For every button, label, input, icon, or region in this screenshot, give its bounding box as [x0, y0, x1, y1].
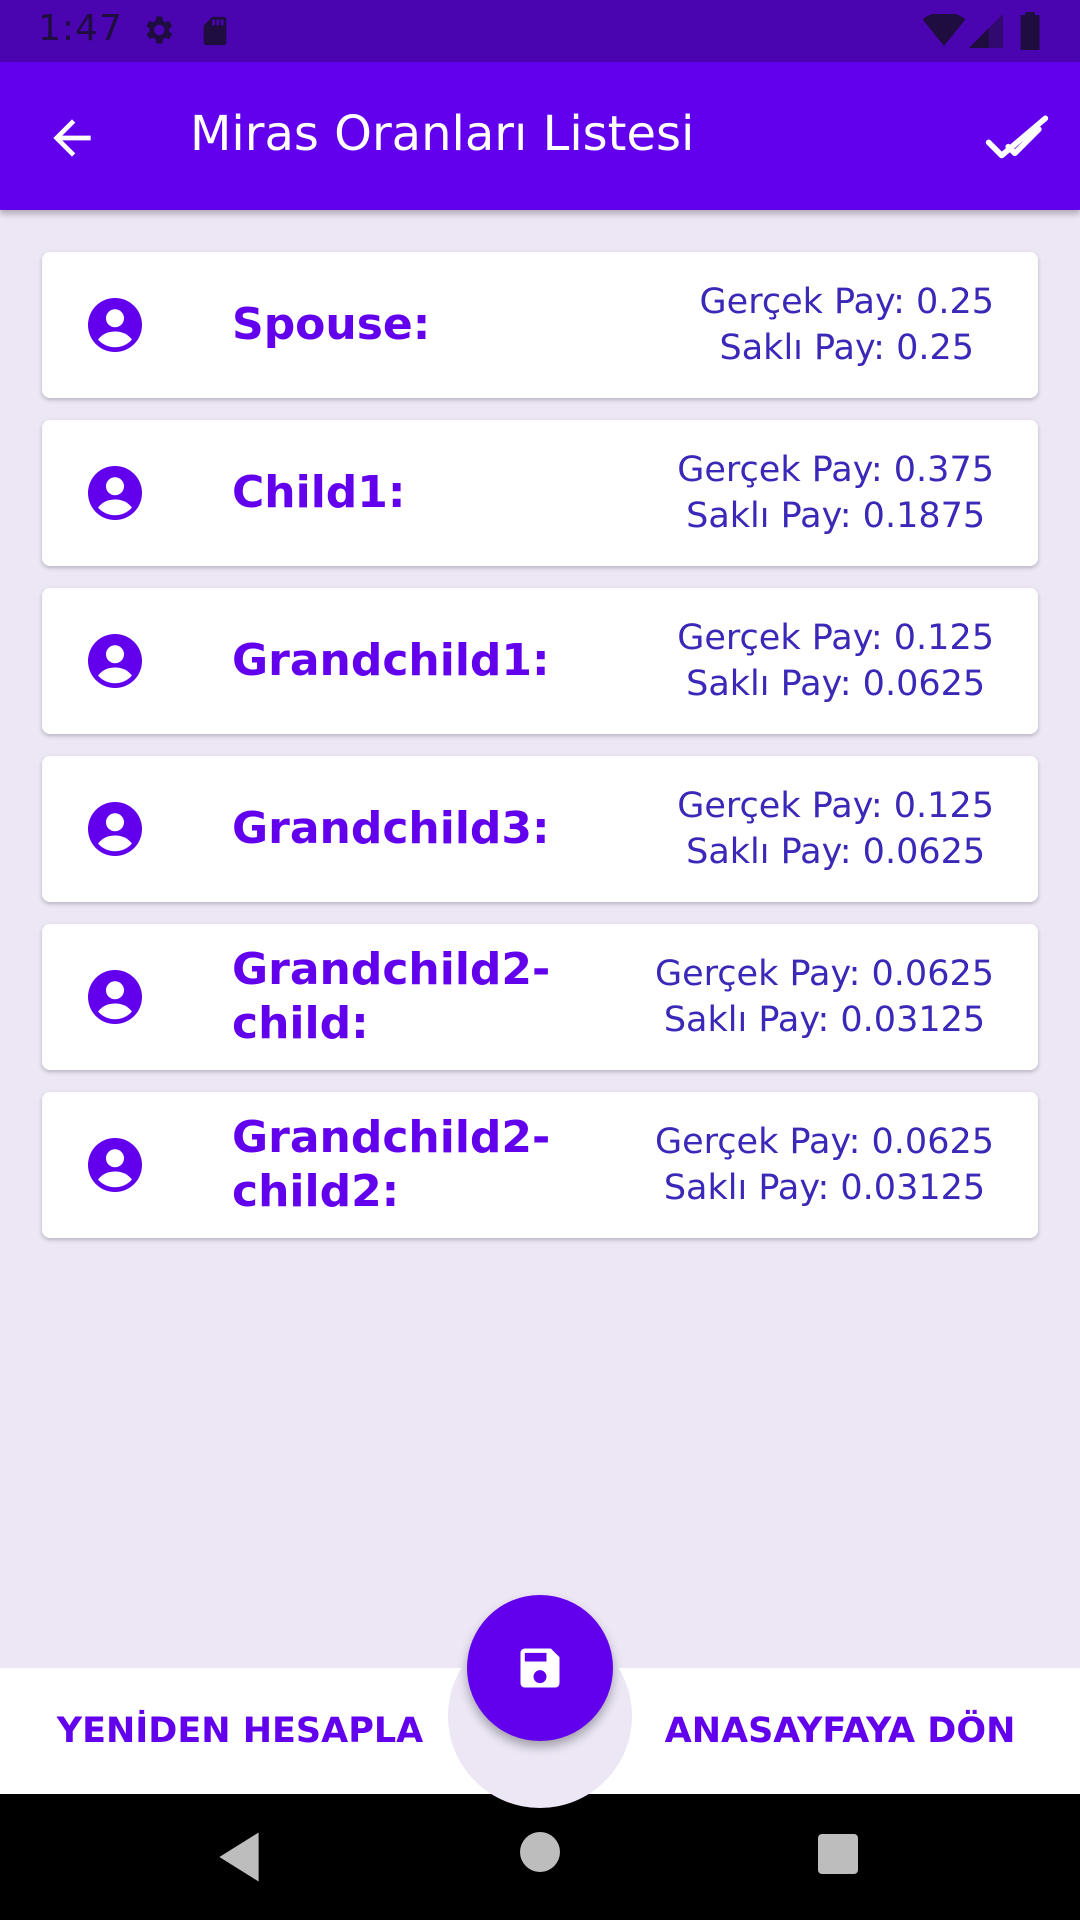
heir-card-grandchild1[interactable]: Grandchild1: Gerçek Pay: 0.125 Saklı Pay…	[42, 588, 1038, 734]
save-fab[interactable]	[467, 1595, 613, 1741]
nav-home-icon[interactable]	[520, 1832, 560, 1872]
nav-back-icon[interactable]	[214, 1830, 264, 1884]
heir-name: Grandchild2-child:	[232, 944, 551, 1049]
heir-card-grandchild3[interactable]: Grandchild3: Gerçek Pay: 0.125 Saklı Pay…	[42, 756, 1038, 902]
signal-icon	[969, 14, 1003, 48]
heir-card-child1[interactable]: Child1: Gerçek Pay: 0.375 Saklı Pay: 0.1…	[42, 420, 1038, 566]
system-nav-bar	[0, 1794, 1080, 1920]
heir-shares: Gerçek Pay: 0.125 Saklı Pay: 0.0625	[677, 756, 994, 902]
status-time: 1:47	[38, 8, 123, 49]
heir-name: Spouse:	[232, 299, 431, 350]
settings-icon	[146, 16, 173, 44]
heir-card-spouse[interactable]: Spouse: Gerçek Pay: 0.25 Saklı Pay: 0.25	[42, 252, 1038, 398]
account-circle-icon	[88, 634, 142, 688]
heir-shares: Gerçek Pay: 0.375 Saklı Pay: 0.1875	[677, 420, 994, 566]
heir-shares: Gerçek Pay: 0.125 Saklı Pay: 0.0625	[677, 588, 994, 734]
app-bar: Miras Oranları Listesi	[0, 62, 1080, 210]
page-title: Miras Oranları Listesi	[190, 106, 695, 162]
account-circle-icon	[88, 802, 142, 856]
heir-name: Child1:	[232, 467, 406, 518]
reserved-share: Saklı Pay: 0.03125	[663, 1168, 986, 1208]
real-share: Gerçek Pay: 0.0625	[655, 1122, 994, 1162]
done-all-icon[interactable]	[984, 114, 1050, 162]
reserved-share: Saklı Pay: 0.25	[719, 328, 975, 368]
nav-recents-icon[interactable]	[818, 1834, 858, 1874]
real-share: Gerçek Pay: 0.25	[699, 282, 994, 322]
real-share: Gerçek Pay: 0.125	[677, 618, 994, 658]
heir-name: Grandchild3:	[232, 803, 550, 854]
heir-name: Grandchild2-child2:	[232, 1112, 551, 1217]
heir-card-grandchild2-child[interactable]: Grandchild2-child: Gerçek Pay: 0.0625 Sa…	[42, 924, 1038, 1070]
heir-shares: Gerçek Pay: 0.0625 Saklı Pay: 0.03125	[655, 1092, 994, 1238]
account-circle-icon	[88, 298, 142, 352]
account-circle-icon	[88, 1138, 142, 1192]
real-share: Gerçek Pay: 0.125	[677, 786, 994, 826]
heir-list: Spouse: Gerçek Pay: 0.25 Saklı Pay: 0.25…	[42, 252, 1038, 1260]
save-icon	[520, 1648, 560, 1688]
heir-shares: Gerçek Pay: 0.0625 Saklı Pay: 0.03125	[655, 924, 994, 1070]
real-share: Gerçek Pay: 0.0625	[655, 954, 994, 994]
arrow-back-icon[interactable]	[44, 110, 100, 166]
recalculate-button[interactable]: YENİDEN HESAPLA	[40, 1668, 440, 1794]
wifi-icon	[922, 14, 966, 46]
heir-shares: Gerçek Pay: 0.25 Saklı Pay: 0.25	[700, 252, 994, 398]
heir-card-grandchild2-child2[interactable]: Grandchild2-child2: Gerçek Pay: 0.0625 S…	[42, 1092, 1038, 1238]
reserved-share: Saklı Pay: 0.0625	[686, 664, 986, 704]
real-share: Gerçek Pay: 0.375	[677, 450, 994, 490]
reserved-share: Saklı Pay: 0.0625	[686, 832, 986, 872]
account-circle-icon	[88, 466, 142, 520]
sd-card-icon	[203, 16, 227, 46]
battery-icon	[1020, 12, 1040, 50]
reserved-share: Saklı Pay: 0.1875	[686, 496, 986, 536]
account-circle-icon	[88, 970, 142, 1024]
home-button[interactable]: ANASAYFAYA DÖN	[640, 1668, 1040, 1794]
status-bar: 1:47	[0, 0, 1080, 62]
reserved-share: Saklı Pay: 0.03125	[663, 1000, 986, 1040]
heir-name: Grandchild1:	[232, 635, 550, 686]
